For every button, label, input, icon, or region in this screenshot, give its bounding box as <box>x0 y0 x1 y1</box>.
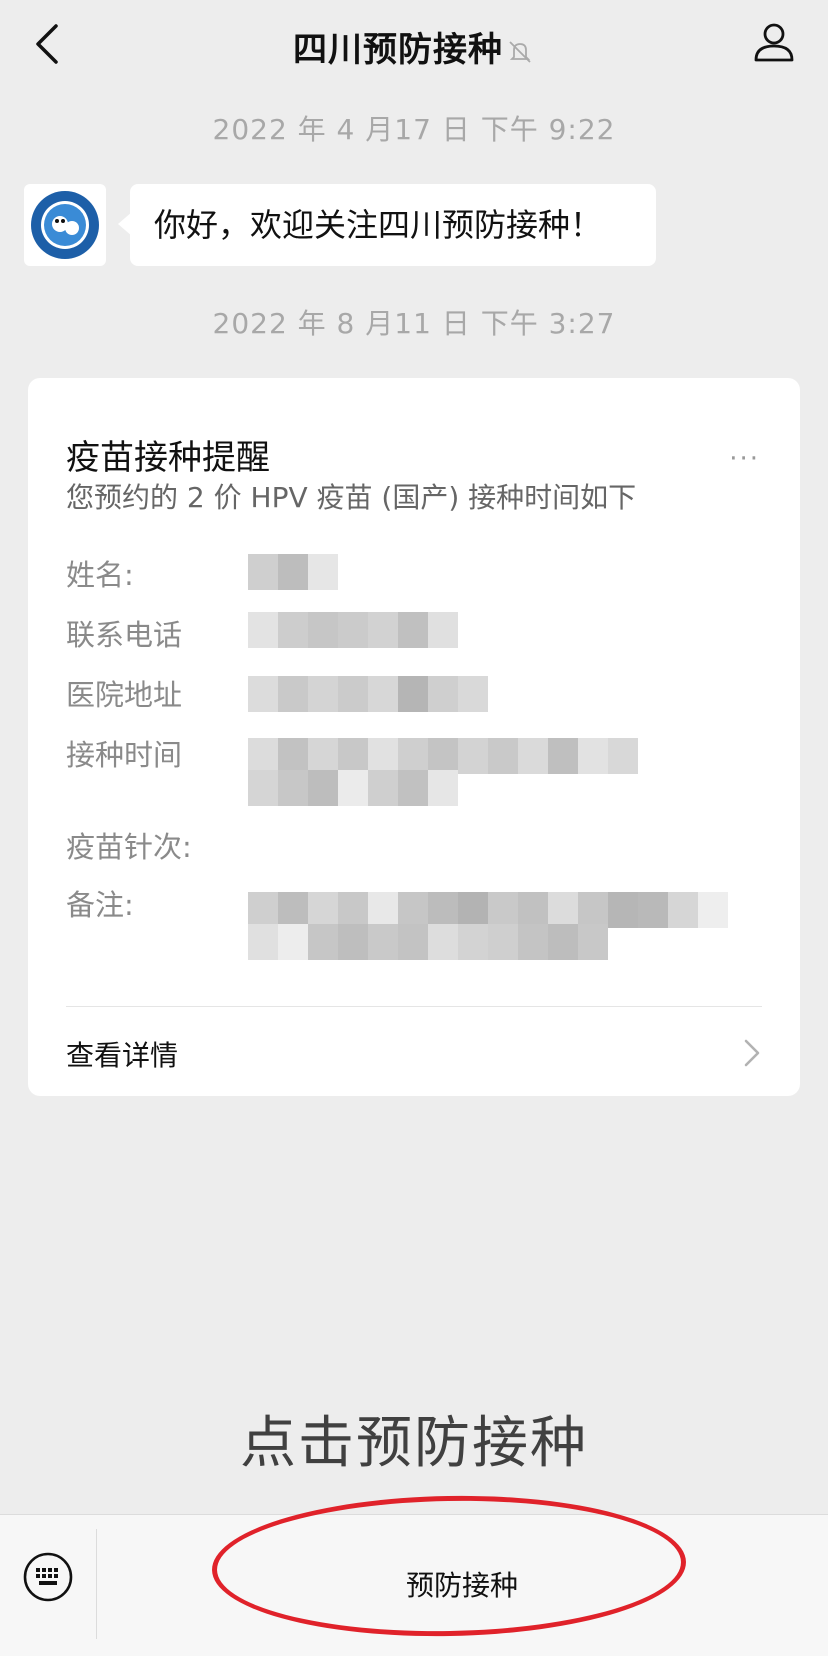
divider <box>66 1006 762 1007</box>
redacted-time-line2 <box>248 770 458 806</box>
instruction-overlay-text: 点击预防接种 <box>240 1411 588 1476</box>
redacted-address <box>248 676 488 712</box>
menu-button-vaccination[interactable]: 预防接种 <box>96 1515 828 1656</box>
redacted-note-line1 <box>248 892 728 928</box>
greeting-message[interactable]: 你好，欢迎关注四川预防接种！ <box>118 184 656 266</box>
bottom-menu-bar: 预防接种 <box>0 1514 828 1656</box>
label-name: 姓名: <box>66 558 134 592</box>
page-title: 四川预防接种 <box>0 22 828 71</box>
label-note: 备注: <box>66 888 134 922</box>
mute-bell-icon <box>509 40 531 63</box>
profile-icon[interactable] <box>750 18 798 66</box>
label-dose: 疫苗针次: <box>66 830 192 864</box>
redacted-note-line2 <box>248 924 608 960</box>
nav-bar: 四川预防接种 <box>0 0 828 88</box>
logo-icon <box>31 191 99 259</box>
redacted-name <box>248 554 338 590</box>
keyboard-icon[interactable] <box>22 1551 74 1603</box>
card-title: 疫苗接种提醒 <box>66 438 270 478</box>
label-time: 接种时间 <box>66 738 183 772</box>
avatar[interactable] <box>24 184 106 266</box>
card-subtitle: 您预约的 2 价 HPV 疫苗 (国产) 接种时间如下 <box>66 481 637 514</box>
label-address: 医院地址 <box>66 678 183 712</box>
more-dots-icon[interactable]: ··· <box>729 444 760 474</box>
timestamp: 2022 年 4 月17 日 下午 9:22 <box>212 113 616 146</box>
label-phone: 联系电话 <box>66 618 183 652</box>
vaccination-reminder-card[interactable]: 疫苗接种提醒 ··· 您预约的 2 价 HPV 疫苗 (国产) 接种时间如下 姓… <box>28 378 800 1096</box>
timestamp: 2022 年 8 月11 日 下午 3:27 <box>212 307 616 340</box>
chat-title: 四川预防接种 <box>293 30 503 70</box>
redacted-phone <box>248 612 458 648</box>
view-details-link[interactable]: 查看详情 <box>66 1034 178 1074</box>
redacted-time-line1 <box>248 738 638 774</box>
chevron-right-icon[interactable] <box>742 1038 762 1068</box>
